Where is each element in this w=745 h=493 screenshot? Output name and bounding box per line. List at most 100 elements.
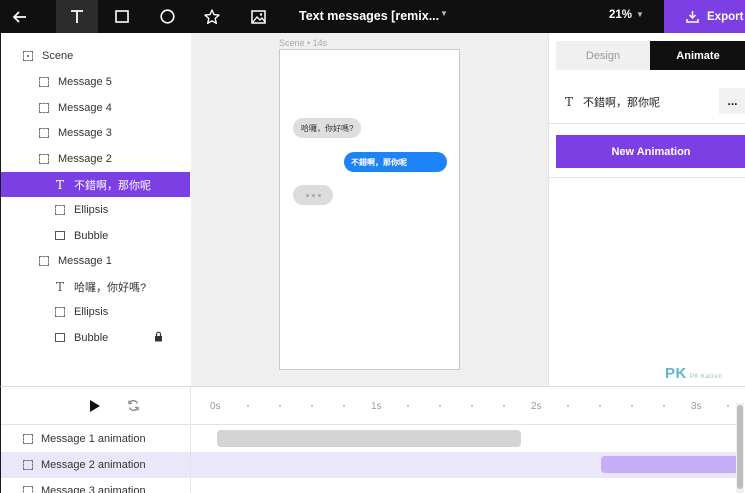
text-layer-icon: T xyxy=(565,94,574,109)
export-label: Export xyxy=(707,10,744,23)
layer-bubble[interactable]: Bubble xyxy=(1,223,190,248)
typing-dot xyxy=(317,193,321,197)
ellipse-tool-button[interactable] xyxy=(149,0,185,33)
animation-bar[interactable] xyxy=(601,456,736,473)
layer-label: Bubble xyxy=(74,229,109,242)
project-title[interactable]: Text messages [remix... xyxy=(299,9,439,23)
typing-dot xyxy=(311,193,315,197)
layer-label: Message 4 xyxy=(58,101,112,114)
tick-label: 0s xyxy=(210,401,221,412)
typing-indicator[interactable] xyxy=(293,185,333,205)
image-tool-icon xyxy=(250,9,266,24)
rectangle-icon xyxy=(54,332,66,344)
text-tool-button[interactable] xyxy=(56,0,98,33)
layer-label: Message 1 xyxy=(58,254,112,267)
tick-dot xyxy=(247,405,249,407)
received-message-bubble[interactable]: 哈囉，你好嗎? xyxy=(293,118,362,138)
tab-design[interactable]: Design xyxy=(556,41,650,70)
timeline-scrollbar[interactable] xyxy=(736,403,744,493)
canvas-area[interactable]: Scene • 14s 哈囉，你好嗎? 不錯啊，那你呢 xyxy=(191,33,548,386)
layer-ellipsis[interactable]: Ellipsis xyxy=(1,197,190,222)
layer-label: 不錯啊，那你呢 xyxy=(74,179,151,192)
tick-dot xyxy=(663,405,665,407)
typing-dot xyxy=(305,193,309,197)
group-icon xyxy=(38,76,50,88)
layer-label: Scene xyxy=(42,49,74,62)
star-tool-button[interactable] xyxy=(194,0,230,33)
layer-text[interactable]: T 哈囉，你好嗎? xyxy=(1,274,190,299)
tick-dot xyxy=(599,405,601,407)
layer-message-1[interactable]: Message 1 xyxy=(1,248,190,273)
rectangle-tool-icon xyxy=(115,10,129,23)
animation-bar[interactable] xyxy=(217,430,521,447)
layer-label: 哈囉，你好嗎? xyxy=(74,281,147,294)
lock-icon[interactable] xyxy=(154,331,163,342)
back-button[interactable] xyxy=(2,0,38,33)
layer-label: Message 5 xyxy=(58,75,112,88)
new-animation-button[interactable]: New Animation xyxy=(556,135,745,168)
chevron-down-icon[interactable]: ▼ xyxy=(440,9,448,18)
layers-panel: Scene Message 5 Message 4 Message 3 Mess… xyxy=(0,33,191,386)
text-layer-icon: T xyxy=(55,177,64,192)
rectangle-tool-button[interactable] xyxy=(104,0,140,33)
layer-label: Ellipsis xyxy=(74,203,109,216)
selected-layer-row: T 不錯啊，那你呢 xyxy=(549,80,745,124)
layer-message-4[interactable]: Message 4 xyxy=(1,95,190,120)
group-icon xyxy=(54,204,66,216)
layer-bubble[interactable]: Bubble xyxy=(1,325,190,350)
layer-label: Message 3 xyxy=(58,126,112,139)
tick-dot xyxy=(407,405,409,407)
tick-dot xyxy=(503,405,505,407)
text-tool-icon xyxy=(71,10,83,23)
track-name[interactable]: Message 1 animation xyxy=(1,426,191,452)
tick-dot xyxy=(311,405,313,407)
group-icon xyxy=(38,255,50,267)
play-icon[interactable] xyxy=(90,400,100,412)
layer-text-selected[interactable]: T 不錯啊，那你呢 xyxy=(1,172,190,197)
group-icon xyxy=(23,434,33,444)
export-icon xyxy=(686,11,699,23)
time-ruler[interactable]: 0s 1s 2s 3s xyxy=(191,387,736,425)
scene-label: Scene • 14s xyxy=(279,38,328,48)
tick-dot xyxy=(567,405,569,407)
layer-label: Ellipsis xyxy=(74,305,109,318)
layer-ellipsis[interactable]: Ellipsis xyxy=(1,299,190,324)
more-options-button[interactable]: ... xyxy=(719,88,745,114)
watermark-logo: PK PK Kaizen xyxy=(665,365,723,382)
layer-label: Bubble xyxy=(74,331,109,344)
text-layer-icon: T xyxy=(55,279,64,294)
loop-icon[interactable] xyxy=(127,399,140,412)
group-icon xyxy=(38,153,50,165)
track-label: Message 1 animation xyxy=(41,433,146,445)
timeline-panel: 0s 1s 2s 3s Message 1 animation Message … xyxy=(0,386,745,493)
timeline-track[interactable]: Message 2 animation xyxy=(1,452,736,478)
layer-message-5[interactable]: Message 5 xyxy=(1,69,190,94)
scene-artboard[interactable]: 哈囉，你好嗎? 不錯啊，那你呢 xyxy=(279,49,460,370)
track-name[interactable]: Message 3 animation xyxy=(1,478,191,493)
tick-label: 3s xyxy=(691,401,702,412)
timeline-track[interactable]: Message 1 animation xyxy=(1,426,736,452)
top-toolbar: Text messages [remix... ▼ 21% ▼ Export xyxy=(0,0,745,33)
image-tool-button[interactable] xyxy=(240,0,276,33)
tick-dot xyxy=(439,405,441,407)
star-tool-icon xyxy=(204,9,220,24)
tick-dot xyxy=(727,405,729,407)
layer-message-3[interactable]: Message 3 xyxy=(1,120,190,145)
layer-message-2[interactable]: Message 2 xyxy=(1,146,190,171)
track-name[interactable]: Message 2 animation xyxy=(1,452,191,478)
properties-panel: Design Animate T 不錯啊，那你呢 ... New Animati… xyxy=(548,33,745,386)
layer-scene[interactable]: Scene xyxy=(1,43,190,68)
timeline-track[interactable]: Message 3 animation xyxy=(1,478,736,493)
selected-layer-name: 不錯啊，那你呢 xyxy=(583,96,661,109)
export-button[interactable]: Export xyxy=(664,0,745,33)
divider xyxy=(549,177,745,178)
scene-icon xyxy=(22,50,34,62)
track-label: Message 2 animation xyxy=(41,459,146,471)
tick-dot xyxy=(471,405,473,407)
chevron-down-icon[interactable]: ▼ xyxy=(636,10,644,19)
zoom-level[interactable]: 21% xyxy=(609,9,632,21)
sent-message-bubble[interactable]: 不錯啊，那你呢 xyxy=(344,152,447,172)
tab-animate[interactable]: Animate xyxy=(650,41,745,70)
tick-dot xyxy=(279,405,281,407)
scrollbar-thumb[interactable] xyxy=(737,405,743,489)
